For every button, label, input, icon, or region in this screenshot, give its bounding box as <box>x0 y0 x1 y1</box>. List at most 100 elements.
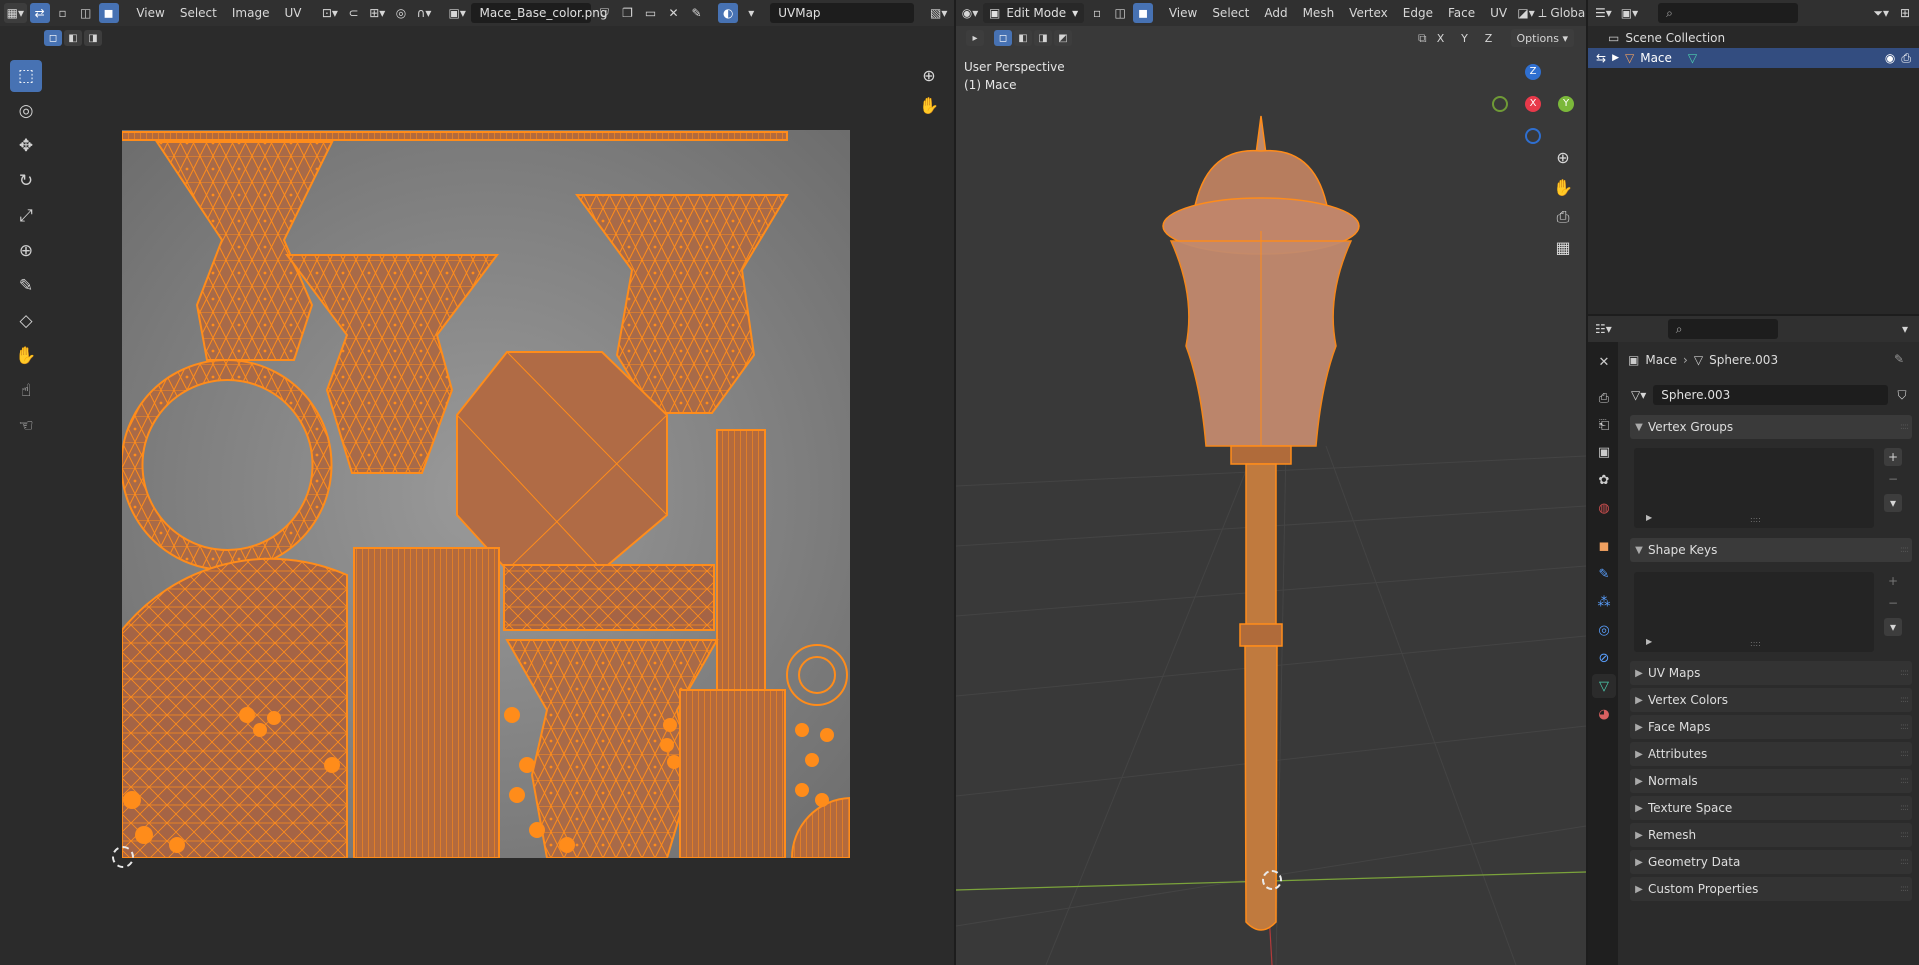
select-subtract-icon[interactable]: ◨ <box>84 30 102 46</box>
menu-view[interactable]: View <box>130 3 170 23</box>
expand-arrow-icon[interactable]: ▶ <box>1646 513 1652 522</box>
render-camera-icon[interactable]: ⎙ <box>1901 51 1911 66</box>
pin-icon[interactable]: ✎ <box>1894 352 1904 366</box>
outliner-row-mace[interactable]: ⇆ ▶ ▽ Mace ▽ ◉ ⎙ <box>1588 48 1919 68</box>
edit-mode-toggle-icon[interactable]: ⇆ <box>1596 51 1606 65</box>
mode-dropdown[interactable]: ▣ Edit Mode ▾ <box>983 3 1085 23</box>
properties-options-icon[interactable]: ▾ <box>1895 319 1915 339</box>
vertex-select-icon[interactable]: ▫ <box>1087 3 1107 23</box>
resize-grip-icon[interactable]: :::: <box>1750 639 1761 648</box>
unlink-image-icon[interactable]: ✕ <box>663 3 683 23</box>
gizmo-x[interactable]: X <box>1525 96 1541 112</box>
remove-shape-key-button[interactable]: − <box>1884 594 1902 612</box>
overlay-icon[interactable]: ▧▾ <box>927 3 950 23</box>
menu-uv[interactable]: UV <box>1484 3 1513 23</box>
panel-vertex-colors[interactable]: ▶ Vertex Colors :::: <box>1630 688 1912 712</box>
visibility-eye-icon[interactable]: ◉ <box>1885 51 1895 65</box>
uv-canvas[interactable] <box>122 130 850 858</box>
shape-key-specials-button[interactable]: ▾ <box>1884 618 1902 636</box>
menu-select[interactable]: Select <box>174 3 223 23</box>
cursor-icon[interactable]: ◎ <box>10 95 42 127</box>
expand-arrow-icon[interactable]: ▶ <box>1646 637 1652 646</box>
face-select-icon[interactable]: ◼ <box>1133 3 1154 23</box>
open-image-icon[interactable]: ▭ <box>640 3 660 23</box>
fake-user-shield-icon[interactable]: ⛉ <box>1892 385 1912 405</box>
display-mode-icon[interactable]: ▣▾ <box>1618 3 1641 23</box>
pivot-icon[interactable]: ⊡▾ <box>319 3 340 23</box>
particles-tab-icon[interactable]: ⁂ <box>1592 590 1616 614</box>
constraints-tab-icon[interactable]: ⊘ <box>1592 646 1616 670</box>
add-shape-key-button[interactable]: + <box>1884 572 1902 590</box>
falloff-icon[interactable]: ∩▾ <box>414 3 434 23</box>
panel-remesh[interactable]: ▶ Remesh :::: <box>1630 823 1912 847</box>
editor-type-icon[interactable]: ☰▾ <box>1592 3 1615 23</box>
pan-hand-icon[interactable]: ✋ <box>916 92 942 118</box>
editor-type-icon[interactable]: ◉▾ <box>960 3 980 23</box>
render-tab-icon[interactable]: ⎙ <box>1592 386 1616 410</box>
scene-tab-icon[interactable]: ✿ <box>1592 468 1616 492</box>
world-tab-icon[interactable]: ◍ <box>1592 496 1616 520</box>
panel-attributes[interactable]: ▶ Attributes :::: <box>1630 742 1912 766</box>
proportional-edit-icon[interactable]: ◎ <box>391 3 411 23</box>
channels-dropdown-icon[interactable]: ▾ <box>741 3 761 23</box>
drag-grip-icon[interactable]: :::: <box>1900 668 1909 678</box>
menu-view[interactable]: View <box>1163 3 1203 23</box>
panel-uv-maps[interactable]: ▶ UV Maps :::: <box>1630 661 1912 685</box>
panel-shape-keys[interactable]: ▼ Shape Keys :::: <box>1630 538 1912 562</box>
zoom-icon[interactable]: ⊕ <box>1550 144 1576 170</box>
snap-icon[interactable]: ⊂ <box>344 3 364 23</box>
drag-grip-icon[interactable]: :::: <box>1900 695 1909 705</box>
shape-keys-list[interactable]: ▶ :::: <box>1634 572 1874 652</box>
new-image-icon[interactable]: ❐ <box>617 3 637 23</box>
transform-icon[interactable]: ⊕ <box>10 235 42 267</box>
menu-image[interactable]: Image <box>226 3 276 23</box>
camera-icon[interactable]: ⎙ <box>1550 204 1576 230</box>
editor-type-icon[interactable]: ☷▾ <box>1592 319 1615 339</box>
vertex-group-specials-button[interactable]: ▾ <box>1884 494 1902 512</box>
gizmo-y[interactable]: Y <box>1558 96 1574 112</box>
datablock-name-field[interactable]: Sphere.003 <box>1653 385 1888 405</box>
panel-normals[interactable]: ▶ Normals :::: <box>1630 769 1912 793</box>
material-tab-icon[interactable]: ◕ <box>1592 702 1616 726</box>
edge-select-icon[interactable]: ◫ <box>1110 3 1130 23</box>
fake-user-icon[interactable]: ⛉ <box>594 3 614 23</box>
editor-type-icon[interactable]: ▦▾ <box>4 3 27 23</box>
overlay-mode-icon[interactable]: ◪▾ <box>1516 3 1536 23</box>
edge-select-icon[interactable]: ◫ <box>76 3 96 23</box>
panel-custom-properties[interactable]: ▶ Custom Properties :::: <box>1630 877 1912 901</box>
drag-grip-icon[interactable]: :::: <box>1900 830 1909 840</box>
view-layer-tab-icon[interactable]: ▣ <box>1592 440 1616 464</box>
new-collection-icon[interactable]: ⊞ <box>1895 3 1915 23</box>
menu-edge[interactable]: Edge <box>1397 3 1439 23</box>
drag-grip-icon[interactable]: :::: <box>1900 776 1909 786</box>
image-name-field[interactable]: Mace_Base_color.png <box>471 3 608 23</box>
relax-icon[interactable]: ☝ <box>10 375 42 407</box>
output-tab-icon[interactable]: ⎗ <box>1592 413 1616 437</box>
menu-add[interactable]: Add <box>1258 3 1293 23</box>
vertex-select-icon[interactable]: ▫ <box>53 3 73 23</box>
face-select-icon[interactable]: ◼ <box>98 3 119 23</box>
remove-vertex-group-button[interactable]: − <box>1884 470 1902 488</box>
rotate-icon[interactable]: ↻ <box>10 165 42 197</box>
resize-grip-icon[interactable]: :::: <box>1750 515 1761 524</box>
properties-search-input[interactable]: ⌕ <box>1667 319 1778 339</box>
grab-icon[interactable]: ✋ <box>10 340 42 372</box>
annotate-icon[interactable]: ✎ <box>10 270 42 302</box>
gizmo-neg-z[interactable] <box>1525 128 1541 144</box>
gizmo-neg-y[interactable] <box>1492 96 1508 112</box>
snap-target-icon[interactable]: ⊞▾ <box>367 3 388 23</box>
gizmo-z[interactable]: Z <box>1525 64 1541 80</box>
panel-face-maps[interactable]: ▶ Face Maps :::: <box>1630 715 1912 739</box>
drag-grip-icon[interactable]: :::: <box>1900 722 1909 732</box>
uv-map-field[interactable]: UVMap <box>770 3 915 23</box>
data-tab-icon[interactable]: ▽ <box>1592 674 1616 698</box>
pinch-icon[interactable]: ☜ <box>10 410 42 442</box>
modifier-tab-icon[interactable]: ✎ <box>1592 562 1616 586</box>
scale-icon[interactable]: ⤢ <box>10 200 42 232</box>
uv-sync-icon[interactable]: ⇄ <box>29 3 50 23</box>
object-tab-icon[interactable]: ◼ <box>1592 534 1616 558</box>
image-browse-icon[interactable]: ▣▾ <box>446 3 469 23</box>
drag-grip-icon[interactable]: :::: <box>1900 884 1909 894</box>
select-box-icon[interactable]: ⬚ <box>10 60 42 92</box>
expand-arrow-icon[interactable]: ▶ <box>1612 53 1619 63</box>
